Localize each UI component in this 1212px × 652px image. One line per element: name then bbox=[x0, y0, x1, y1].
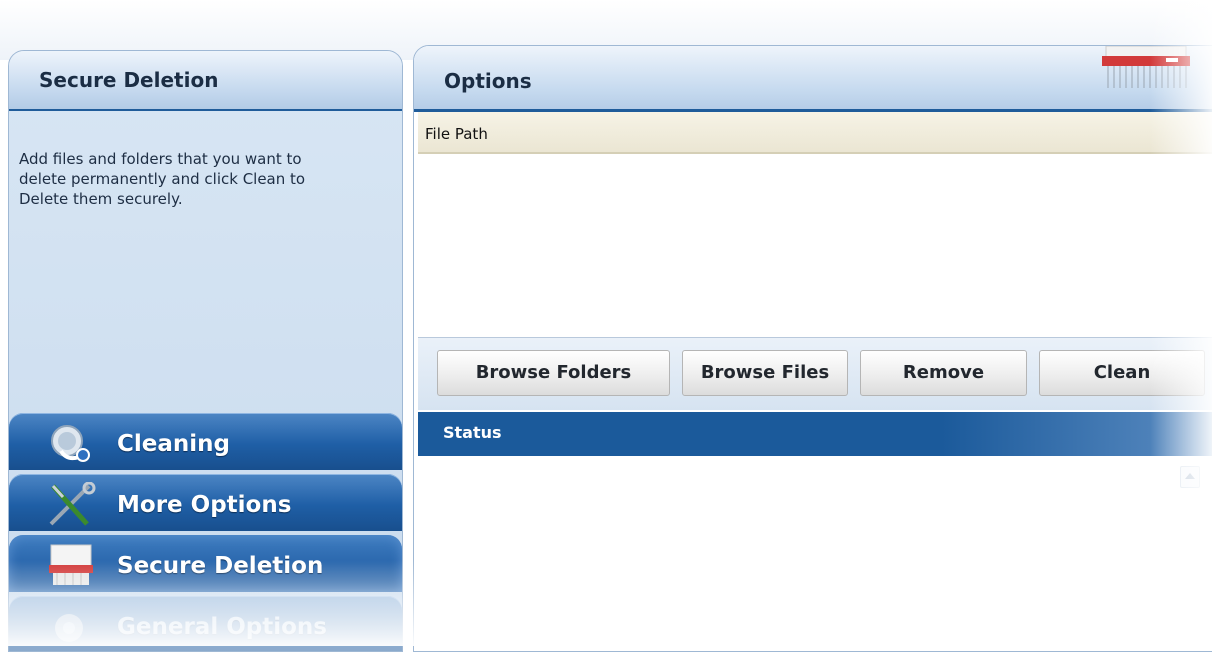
shredder-header-icon bbox=[1102, 46, 1190, 88]
nav-label-secure-deletion: Secure Deletion bbox=[117, 553, 324, 579]
nav-menu: Cleaning More Options Secure Deletion Ge… bbox=[9, 413, 402, 651]
left-panel-title: Secure Deletion bbox=[9, 51, 402, 111]
status-header: Status bbox=[418, 412, 1212, 456]
nav-item-general-options[interactable]: General Options bbox=[9, 596, 402, 651]
browse-files-button[interactable]: Browse Files bbox=[682, 350, 848, 396]
clean-button[interactable]: Clean bbox=[1039, 350, 1205, 396]
nav-item-more-options[interactable]: More Options bbox=[9, 474, 402, 531]
remove-button[interactable]: Remove bbox=[860, 350, 1027, 396]
action-button-bar: Browse Folders Browse Files Remove Clean bbox=[418, 338, 1212, 410]
nav-label-general-options: General Options bbox=[117, 614, 327, 640]
browse-folders-button[interactable]: Browse Folders bbox=[437, 350, 670, 396]
gear-icon bbox=[55, 614, 83, 642]
nav-item-secure-deletion[interactable]: Secure Deletion bbox=[9, 535, 402, 592]
column-header-file-path[interactable]: File Path bbox=[418, 112, 1212, 154]
tools-icon bbox=[49, 482, 96, 526]
status-log bbox=[418, 456, 1212, 651]
cleaning-icon bbox=[51, 425, 90, 462]
options-title: Options bbox=[414, 46, 1212, 112]
left-panel: Secure Deletion Add files and folders th… bbox=[8, 50, 403, 652]
nav-label-more-options: More Options bbox=[117, 492, 292, 518]
nav-label-cleaning: Cleaning bbox=[117, 431, 230, 457]
scroll-up-button[interactable] bbox=[1180, 466, 1200, 488]
file-path-list[interactable]: File Path bbox=[418, 112, 1212, 338]
left-panel-description: Add files and folders that you want to d… bbox=[19, 150, 306, 208]
nav-item-cleaning[interactable]: Cleaning bbox=[9, 413, 402, 470]
shredder-icon bbox=[49, 544, 93, 585]
options-panel: Options File Path Browse Folders Browse … bbox=[413, 45, 1212, 652]
